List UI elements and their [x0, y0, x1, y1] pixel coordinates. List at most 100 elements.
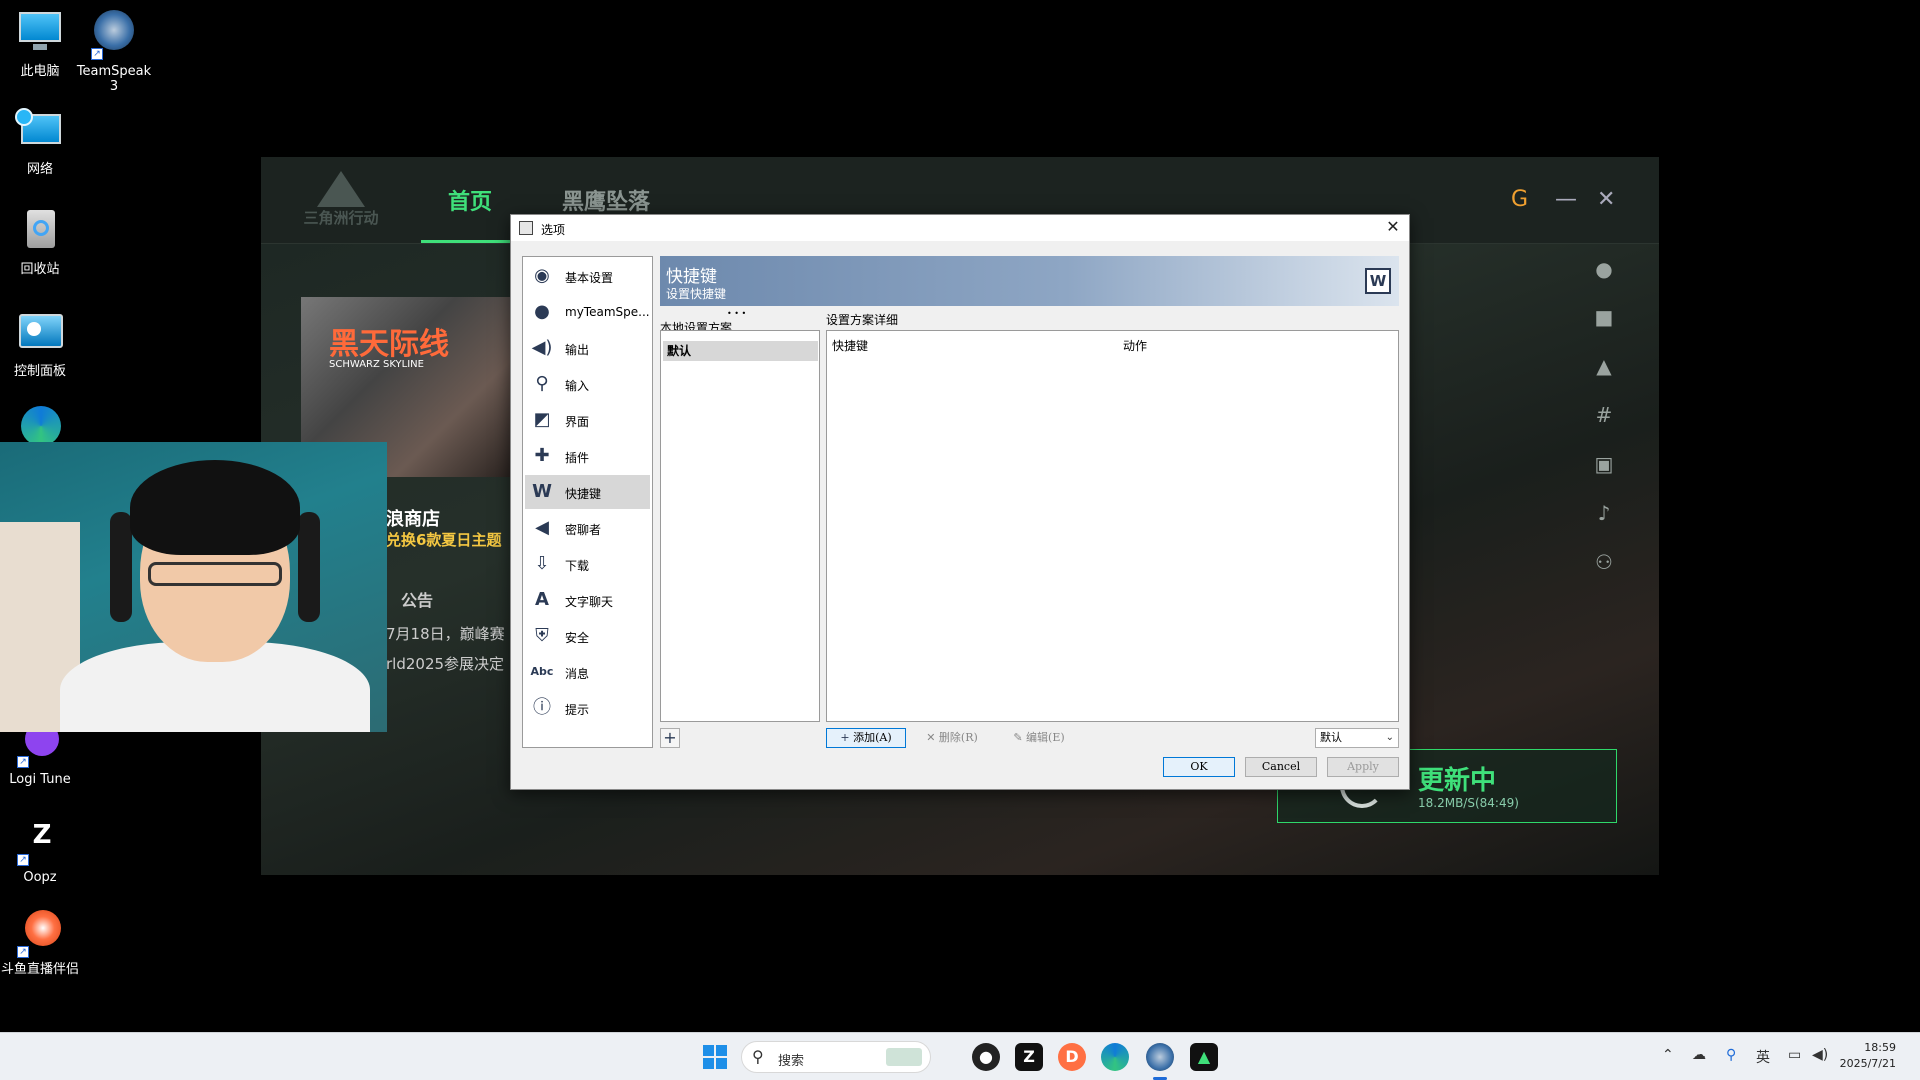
- nav-label: 下载: [565, 559, 590, 573]
- nav-item-basic[interactable]: ◉ 基本设置: [525, 259, 650, 293]
- add-profile-button[interactable]: +: [660, 728, 680, 748]
- launcher-logo: 三角洲行动: [291, 171, 391, 231]
- nav-item-input[interactable]: ⚲ 输入: [525, 367, 650, 401]
- hotkey-icon: W: [532, 481, 552, 502]
- whisper-icon: ◀: [535, 517, 549, 538]
- nav-item-downloads[interactable]: ⇩ 下载: [525, 547, 650, 581]
- windows-logo-tile: [716, 1058, 727, 1069]
- add-hotkey-button[interactable]: + 添加(A): [826, 728, 906, 748]
- profile-select[interactable]: 默认 ⌄: [1315, 728, 1399, 748]
- user-icon[interactable]: ●: [1589, 257, 1619, 283]
- nav-item-whisper[interactable]: ◀ 密聊者: [525, 511, 650, 545]
- section-subtitle: 设置快捷键: [666, 287, 727, 301]
- nav-item-notifications[interactable]: ⓘ 提示: [525, 691, 650, 725]
- desktop-icon-this-pc[interactable]: 此电脑: [0, 10, 80, 79]
- news-item[interactable]: rld2025参展决定: [386, 653, 516, 674]
- news-item[interactable]: 7月18日，巅峰赛: [386, 623, 516, 644]
- bilibili-icon[interactable]: ▣: [1589, 452, 1619, 478]
- details-label: 设置方案详细: [826, 313, 899, 327]
- search-placeholder: 搜索: [778, 1054, 805, 1069]
- microphone-icon[interactable]: ⚲: [1726, 1047, 1736, 1063]
- cloud-sync-icon[interactable]: ☁: [1692, 1047, 1706, 1063]
- nav-item-interface[interactable]: ◩ 界面: [525, 403, 650, 437]
- desktop-icon-teamspeak[interactable]: ↗ TeamSpeak 3: [74, 10, 154, 94]
- nav-item-output[interactable]: ◀) 输出: [525, 331, 650, 365]
- chevron-down-icon: ⌄: [1385, 732, 1394, 743]
- triangle-icon[interactable]: ▲: [1589, 354, 1619, 380]
- cancel-button[interactable]: Cancel: [1245, 757, 1317, 777]
- taskbar-app-delta-force[interactable]: ▲: [1190, 1043, 1218, 1071]
- taskbar-search[interactable]: ⚲ 搜索: [741, 1041, 931, 1073]
- start-button[interactable]: [703, 1045, 727, 1069]
- column-header-action[interactable]: 动作: [1123, 337, 1147, 354]
- desktop-icon-label: Oopz: [23, 870, 57, 885]
- input-method-indicator[interactable]: 英: [1756, 1047, 1770, 1067]
- shortcut-arrow-icon: ↗: [17, 946, 29, 958]
- close-button[interactable]: ✕: [1383, 217, 1403, 237]
- hashtag-icon[interactable]: #: [1589, 403, 1619, 429]
- windows-logo-tile: [703, 1058, 714, 1069]
- volume-icon[interactable]: ◀): [1812, 1047, 1828, 1063]
- profile-select-value: 默认: [1320, 731, 1342, 744]
- apply-button[interactable]: Apply: [1327, 757, 1399, 777]
- tiktok-icon[interactable]: ♪: [1589, 501, 1619, 527]
- ok-button[interactable]: OK: [1163, 757, 1235, 777]
- options-window-icon: [519, 221, 533, 235]
- nav-item-myteamspeak[interactable]: ● myTeamSpe...: [525, 295, 650, 329]
- network-icon[interactable]: ▭: [1788, 1047, 1801, 1063]
- douyu-icon: ↗: [15, 908, 65, 958]
- column-header-hotkey[interactable]: 快捷键: [832, 337, 868, 354]
- desktop-icon-network[interactable]: 网络: [0, 108, 80, 177]
- webcam-headset: [298, 512, 320, 622]
- monitor-icon: [15, 10, 65, 60]
- taskbar-app-edge[interactable]: [1101, 1043, 1129, 1071]
- shortcut-arrow-icon: ↗: [17, 854, 29, 866]
- webcam-overlay: [0, 442, 387, 732]
- control-panel-icon: [15, 310, 65, 360]
- recycle-bin-icon: [15, 208, 65, 258]
- desktop-icon-recycle-bin[interactable]: 回收站: [0, 208, 80, 277]
- close-icon[interactable]: ✕: [1597, 187, 1615, 212]
- nav-label: 输出: [565, 343, 590, 357]
- shortcut-arrow-icon: ↗: [91, 48, 103, 60]
- nav-label: 插件: [565, 451, 590, 465]
- plugin-icon: ✚: [534, 445, 550, 466]
- desktop-icon-oopz[interactable]: Z ↗ Oopz: [0, 816, 80, 885]
- nav-label: 文字聊天: [565, 595, 614, 609]
- taskbar-app-oopz[interactable]: Z: [1015, 1043, 1043, 1071]
- tray-overflow-chevron-icon[interactable]: ⌃: [1662, 1047, 1674, 1063]
- video-icon[interactable]: ■: [1589, 305, 1619, 331]
- nav-item-hotkeys[interactable]: W 快捷键: [525, 475, 650, 509]
- nav-item-messages[interactable]: Abc 消息: [525, 655, 650, 689]
- microphone-icon: ⚲: [535, 373, 549, 394]
- group-icon[interactable]: ⚇: [1589, 550, 1619, 576]
- desktop-icon-control-panel[interactable]: 控制面板: [0, 310, 80, 379]
- edit-hotkey-button[interactable]: ✎ 编辑(E): [999, 728, 1079, 748]
- desktop-icon-douyu[interactable]: ↗ 斗鱼直播伴侣: [0, 908, 80, 977]
- tab-black-hawk-down[interactable]: 黑鹰坠落: [562, 184, 650, 216]
- desktop-icon-label: TeamSpeak 3: [76, 64, 152, 94]
- update-title: 更新中: [1418, 766, 1497, 796]
- launcher-profile-icon[interactable]: G: [1511, 187, 1528, 212]
- profile-item-default[interactable]: 默认: [663, 341, 818, 361]
- network-icon: [15, 108, 65, 158]
- minimize-icon[interactable]: —: [1555, 187, 1577, 212]
- speaker-icon: ◀): [531, 337, 553, 358]
- nav-label: 密聊者: [565, 523, 602, 537]
- nav-item-security[interactable]: ⛨ 安全: [525, 619, 650, 653]
- delete-hotkey-button[interactable]: ✕ 删除(R): [911, 728, 993, 748]
- clock-date: 2025/7/21: [1839, 1057, 1896, 1070]
- taskbar-clock[interactable]: 18:59 2025/7/21: [1840, 1040, 1896, 1072]
- hotkey-icon: W: [1365, 268, 1391, 294]
- nav-item-chat[interactable]: A 文字聊天: [525, 583, 650, 617]
- nav-item-plugins[interactable]: ✚ 插件: [525, 439, 650, 473]
- taskbar-app-douyu[interactable]: D: [1058, 1043, 1086, 1071]
- profiles-list: 默认: [660, 330, 820, 722]
- taskbar-app-teamspeak[interactable]: [1146, 1043, 1174, 1071]
- edit-icon: ✎: [1013, 731, 1023, 744]
- tab-home[interactable]: 首页: [448, 184, 492, 216]
- shortcut-arrow-icon: ↗: [17, 756, 29, 768]
- splitter-handle[interactable]: • • •: [727, 309, 746, 318]
- dialog-titlebar[interactable]: 选项 ✕: [511, 215, 1409, 241]
- taskbar-app-obs[interactable]: ●: [972, 1043, 1000, 1071]
